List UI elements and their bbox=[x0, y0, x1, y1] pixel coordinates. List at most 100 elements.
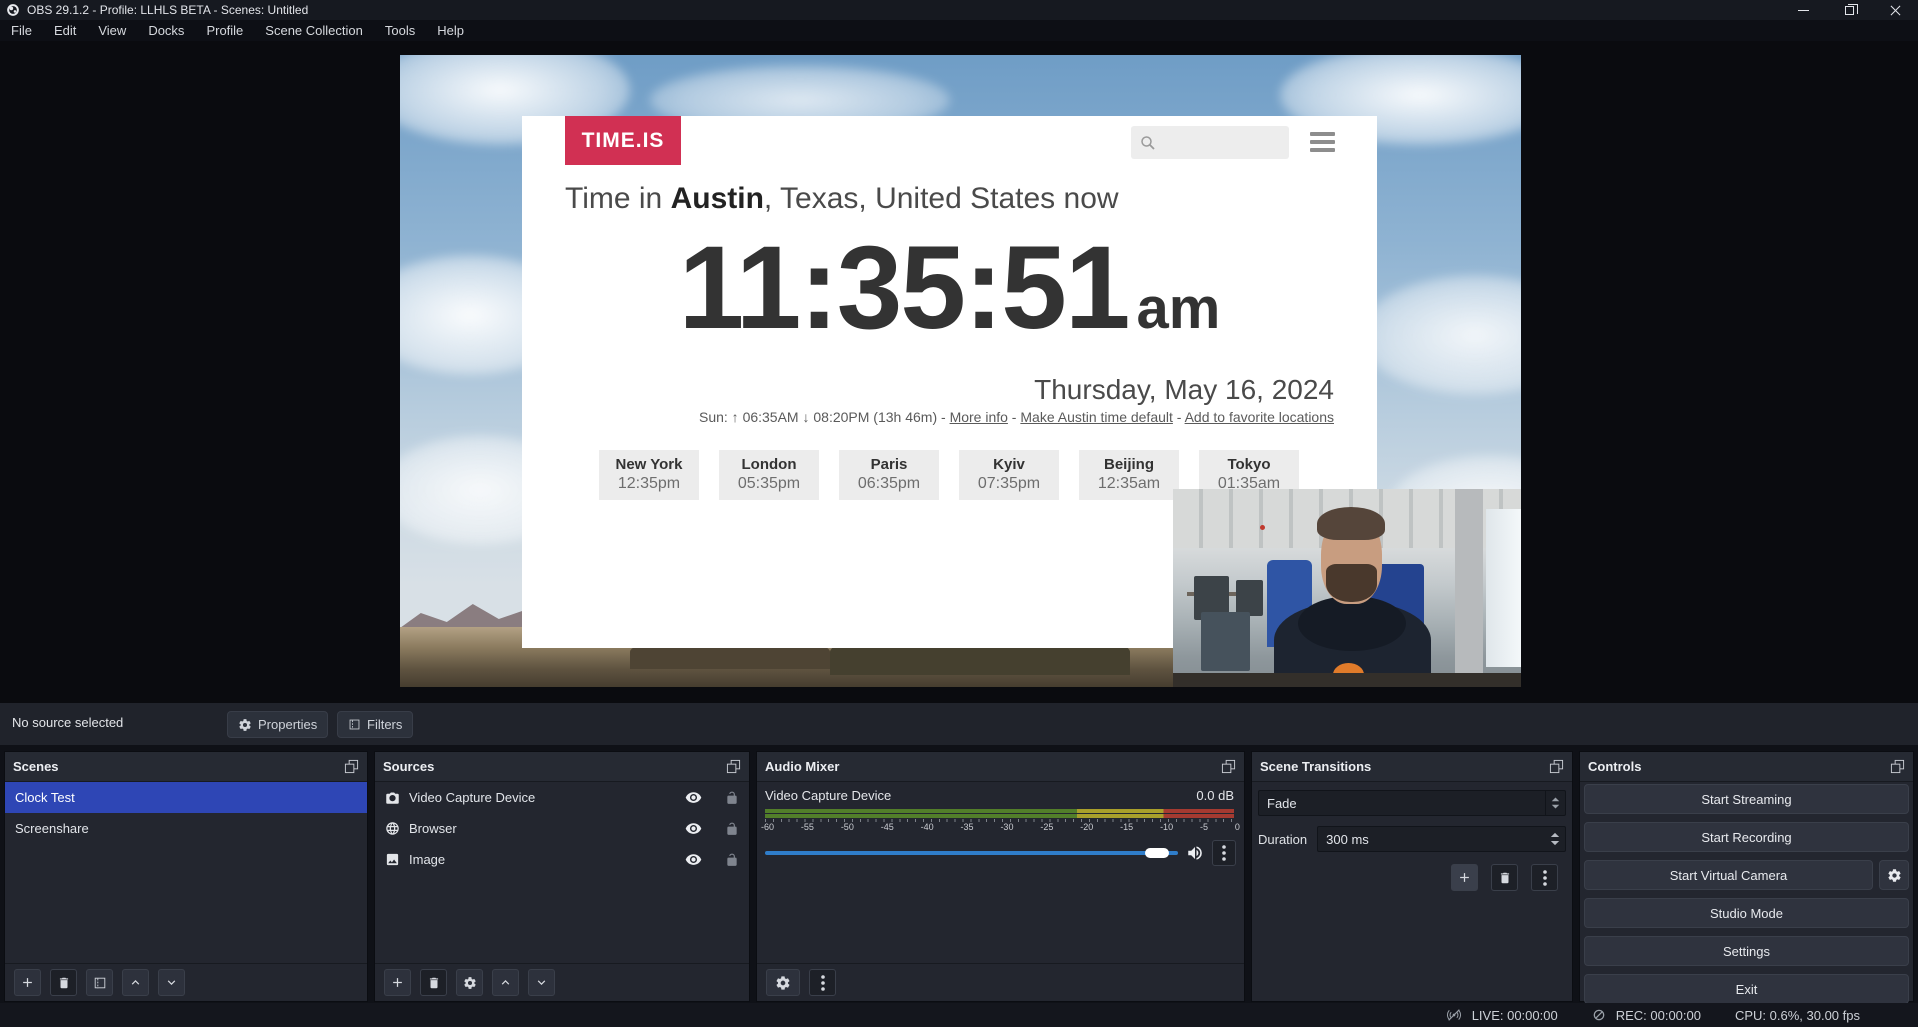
menu-file[interactable]: File bbox=[0, 20, 43, 41]
city-time: 07:35pm bbox=[959, 475, 1059, 493]
cpu-stats: CPU: 0.6%, 30.00 fps bbox=[1735, 1008, 1860, 1023]
move-scene-up-button[interactable] bbox=[122, 969, 149, 996]
duration-spinbox[interactable]: 300 ms bbox=[1317, 826, 1566, 852]
speaker-icon[interactable] bbox=[1186, 844, 1204, 862]
hamburger-menu-icon[interactable] bbox=[1310, 132, 1335, 152]
menu-view[interactable]: View bbox=[87, 20, 137, 41]
menu-scene-collection[interactable]: Scene Collection bbox=[254, 20, 374, 41]
visibility-eye-icon[interactable] bbox=[685, 851, 702, 868]
remove-source-button[interactable] bbox=[420, 969, 447, 996]
close-button[interactable] bbox=[1872, 0, 1918, 20]
popout-icon[interactable] bbox=[344, 759, 359, 774]
menu-profile[interactable]: Profile bbox=[195, 20, 254, 41]
volume-meter bbox=[765, 809, 1234, 822]
popout-icon[interactable] bbox=[1221, 759, 1236, 774]
cloud-shape bbox=[1360, 275, 1521, 395]
desk-edge bbox=[1173, 673, 1521, 687]
city-name: New York bbox=[599, 456, 699, 473]
settings-button[interactable]: Settings bbox=[1584, 936, 1909, 966]
menu-bar: File Edit View Docks Profile Scene Colle… bbox=[0, 20, 1918, 41]
mixer-channel-menu-button[interactable] bbox=[1212, 840, 1236, 866]
world-clock-paris[interactable]: Paris06:35pm bbox=[839, 450, 939, 500]
lock-icon[interactable] bbox=[725, 791, 739, 805]
db-tick: -40 bbox=[921, 822, 934, 832]
popout-icon[interactable] bbox=[726, 759, 741, 774]
camera-icon bbox=[385, 790, 400, 805]
add-transition-button[interactable] bbox=[1451, 864, 1478, 891]
controls-header: Controls bbox=[1580, 752, 1913, 782]
controls-panel: Controls Start Streaming Start Recording… bbox=[1579, 751, 1914, 1002]
visibility-eye-icon[interactable] bbox=[685, 789, 702, 806]
visibility-eye-icon[interactable] bbox=[685, 820, 702, 837]
meter-bar bbox=[765, 809, 1234, 813]
audio-mixer-toolbar bbox=[757, 963, 1244, 1001]
webcam-overlay[interactable] bbox=[1173, 489, 1521, 687]
remove-scene-button[interactable] bbox=[50, 969, 77, 996]
timeis-logo[interactable]: TIME.IS bbox=[565, 116, 681, 165]
scene-filters-button[interactable] bbox=[86, 969, 113, 996]
gear-icon bbox=[1887, 868, 1902, 883]
scene-item-screenshare[interactable]: Screenshare bbox=[5, 813, 367, 844]
preview-area[interactable]: TIME.IS Time in Austin, Texas, United St… bbox=[0, 41, 1918, 703]
add-scene-button[interactable] bbox=[14, 969, 41, 996]
move-source-down-button[interactable] bbox=[528, 969, 555, 996]
audio-mixer-title: Audio Mixer bbox=[765, 759, 839, 774]
db-tick: -30 bbox=[1000, 822, 1013, 832]
mixer-menu-button[interactable] bbox=[809, 969, 836, 996]
make-default-link[interactable]: Make Austin time default bbox=[1020, 409, 1173, 425]
source-item-video-capture[interactable]: Video Capture Device bbox=[375, 782, 749, 813]
move-source-up-button[interactable] bbox=[492, 969, 519, 996]
source-item-image[interactable]: Image bbox=[375, 844, 749, 875]
source-item-browser[interactable]: Browser bbox=[375, 813, 749, 844]
volume-slider-row bbox=[765, 840, 1236, 866]
transition-select-arrows[interactable] bbox=[1545, 791, 1565, 815]
volume-slider[interactable] bbox=[765, 851, 1178, 855]
restore-button[interactable] bbox=[1826, 0, 1872, 20]
menu-tools[interactable]: Tools bbox=[374, 20, 426, 41]
lock-icon[interactable] bbox=[725, 822, 739, 836]
transition-properties-button[interactable] bbox=[1531, 864, 1558, 891]
menu-edit[interactable]: Edit bbox=[43, 20, 87, 41]
person-hood bbox=[1298, 596, 1406, 651]
filters-button[interactable]: Filters bbox=[337, 711, 413, 738]
scenes-toolbar bbox=[5, 963, 367, 1001]
popout-icon[interactable] bbox=[1890, 759, 1905, 774]
move-scene-down-button[interactable] bbox=[158, 969, 185, 996]
minimize-button[interactable] bbox=[1780, 0, 1826, 20]
start-streaming-button[interactable]: Start Streaming bbox=[1584, 784, 1909, 814]
video-canvas[interactable]: TIME.IS Time in Austin, Texas, United St… bbox=[400, 55, 1521, 687]
start-recording-button[interactable]: Start Recording bbox=[1584, 822, 1909, 852]
add-source-button[interactable] bbox=[384, 969, 411, 996]
timeis-search-input[interactable] bbox=[1131, 126, 1289, 159]
chevron-up-icon bbox=[128, 975, 143, 990]
transition-select[interactable]: Fade bbox=[1258, 790, 1566, 816]
source-toolbar: No source selected Properties Filters bbox=[0, 703, 1918, 745]
more-info-link[interactable]: More info bbox=[950, 409, 1008, 425]
world-clock-newyork[interactable]: New York12:35pm bbox=[599, 450, 699, 500]
add-favorite-link[interactable]: Add to favorite locations bbox=[1185, 409, 1334, 425]
sources-toolbar bbox=[375, 963, 749, 1001]
double-gear-icon bbox=[775, 975, 791, 991]
menu-docks[interactable]: Docks bbox=[137, 20, 195, 41]
menu-help[interactable]: Help bbox=[426, 20, 475, 41]
virtual-camera-config-button[interactable] bbox=[1879, 860, 1909, 890]
db-tick: -20 bbox=[1080, 822, 1093, 832]
properties-button[interactable]: Properties bbox=[227, 711, 328, 738]
start-virtual-camera-button[interactable]: Start Virtual Camera bbox=[1584, 860, 1873, 890]
advanced-audio-properties-button[interactable] bbox=[766, 969, 800, 996]
remove-transition-button[interactable] bbox=[1491, 864, 1518, 891]
scene-item-clock-test[interactable]: Clock Test bbox=[5, 782, 367, 813]
timeis-heading: Time in Austin, Texas, United States now bbox=[565, 182, 1335, 216]
exit-button[interactable]: Exit bbox=[1584, 974, 1909, 1004]
world-clock-london[interactable]: London05:35pm bbox=[719, 450, 819, 500]
volume-slider-handle[interactable] bbox=[1145, 848, 1169, 858]
source-properties-button[interactable] bbox=[456, 969, 483, 996]
plus-icon bbox=[20, 975, 35, 990]
world-clock-beijing[interactable]: Beijing12:35am bbox=[1079, 450, 1179, 500]
studio-mode-button[interactable]: Studio Mode bbox=[1584, 898, 1909, 928]
world-clock-kyiv[interactable]: Kyiv07:35pm bbox=[959, 450, 1059, 500]
lock-icon[interactable] bbox=[725, 853, 739, 867]
city-name: Tokyo bbox=[1199, 456, 1299, 473]
duration-spin-arrows[interactable] bbox=[1545, 831, 1565, 847]
popout-icon[interactable] bbox=[1549, 759, 1564, 774]
